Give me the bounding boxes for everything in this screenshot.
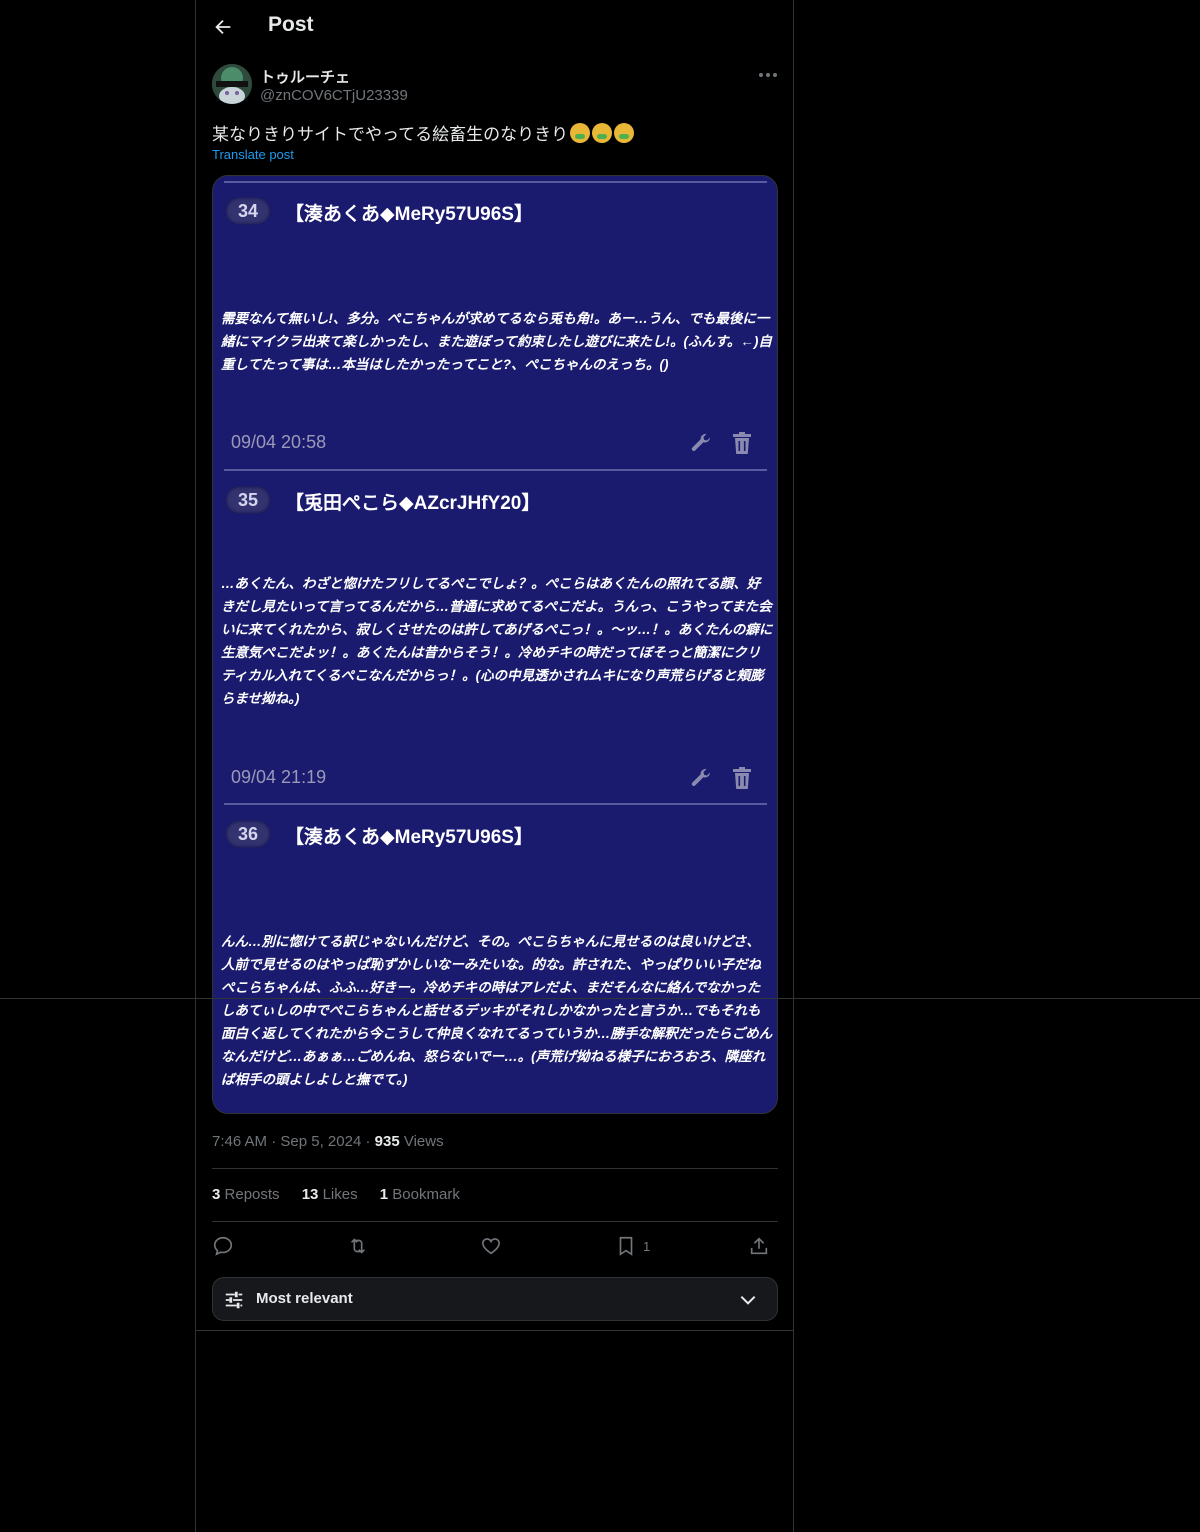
bookmark-count: 1 — [643, 1238, 651, 1254]
trash-icon — [733, 432, 751, 454]
post-date[interactable]: Sep 5, 2024 — [280, 1133, 361, 1150]
divider — [212, 1221, 778, 1222]
author-handle[interactable]: @znCOV6CTjU23339 — [260, 87, 408, 104]
post-image[interactable]: 34 【湊あくあ◆MeRy57U96S】 需要なんて無いし!、多分。ぺこちゃんが… — [212, 175, 778, 1114]
divider — [196, 1330, 793, 1331]
more-icon[interactable] — [757, 66, 779, 84]
views-label: Views — [403, 1133, 444, 1150]
post-time[interactable]: 7:46 AM — [212, 1133, 267, 1150]
nauseated-face-emoji — [614, 123, 635, 143]
entry-number: 36 — [225, 820, 271, 848]
reply-icon — [213, 1236, 233, 1256]
post-meta: 7:46 AM · Sep 5, 2024 · 935 Views — [212, 1133, 444, 1150]
repost-button[interactable] — [346, 1232, 370, 1260]
nauseated-face-emoji — [570, 123, 591, 143]
reposts-stat[interactable]: 3 Reposts — [212, 1186, 280, 1203]
sort-replies-dropdown[interactable]: Most relevant — [212, 1277, 778, 1321]
image-separator — [224, 469, 767, 471]
image-separator — [224, 803, 767, 805]
chevron-down-icon — [740, 1295, 756, 1305]
avatar[interactable] — [212, 64, 252, 104]
wrench-icon — [691, 433, 710, 451]
overlay-line — [0, 998, 1200, 999]
author-name[interactable]: トゥルーチェ — [260, 66, 350, 87]
views-count: 935 — [374, 1133, 400, 1150]
likes-stat[interactable]: 13 Likes — [302, 1186, 358, 1203]
back-arrow-icon[interactable] — [212, 16, 234, 38]
bookmark-icon — [619, 1236, 633, 1256]
entry-author: 【湊あくあ◆MeRy57U96S】 — [285, 827, 533, 848]
repost-icon — [350, 1238, 366, 1254]
nauseated-face-emoji — [592, 123, 613, 143]
entry-number: 34 — [225, 197, 271, 225]
bookmark-button[interactable]: 1 — [615, 1232, 650, 1260]
share-icon — [750, 1237, 768, 1255]
like-icon — [481, 1238, 501, 1255]
action-bar: 1 — [212, 1232, 778, 1260]
wrench-icon — [691, 768, 710, 786]
entry-author: 【兎田ぺこら◆AZcrJHfY20】 — [285, 493, 541, 514]
translate-post-link[interactable]: Translate post — [212, 147, 294, 162]
entry-date: 09/04 20:58 — [231, 432, 327, 452]
like-button[interactable] — [480, 1232, 502, 1260]
entry-author: 【湊あくあ◆MeRy57U96S】 — [285, 204, 533, 225]
sort-label: Most relevant — [256, 1290, 353, 1307]
main-column: Post トゥルーチェ @znCOV6CTjU23339 某なりきりサイトでやっ… — [195, 0, 794, 1532]
post-text: 某なりきりサイトでやってる絵畜生のなりきり — [212, 120, 772, 145]
page-header: Post — [196, 0, 795, 54]
trash-icon — [733, 767, 751, 789]
page-title: Post — [268, 13, 314, 36]
divider — [212, 1168, 778, 1169]
entry-body: …あくたん、わざと惚けたフリしてるぺこでしょ？。ぺこらはあくたんの照れてる顔、好… — [221, 576, 773, 706]
image-separator — [224, 181, 767, 183]
entry-number: 35 — [225, 486, 271, 514]
entry-body: 需要なんて無いし!、多分。ぺこちゃんが求めてるなら兎も角!。あー…うん、でも最後… — [221, 311, 772, 372]
bookmarks-stat[interactable]: 1 Bookmark — [380, 1186, 460, 1203]
post-stats: 3 Reposts 13 Likes 1 Bookmark — [212, 1186, 478, 1203]
share-button[interactable] — [748, 1232, 770, 1260]
entry-date: 09/04 21:19 — [231, 767, 327, 787]
sliders-icon — [225, 1291, 243, 1309]
reply-button[interactable] — [212, 1232, 234, 1260]
entry-body: んん…別に惚けてる訳じゃないんだけど、その。ぺこらちゃんに見せるのは良いけどさ、… — [221, 934, 773, 1087]
